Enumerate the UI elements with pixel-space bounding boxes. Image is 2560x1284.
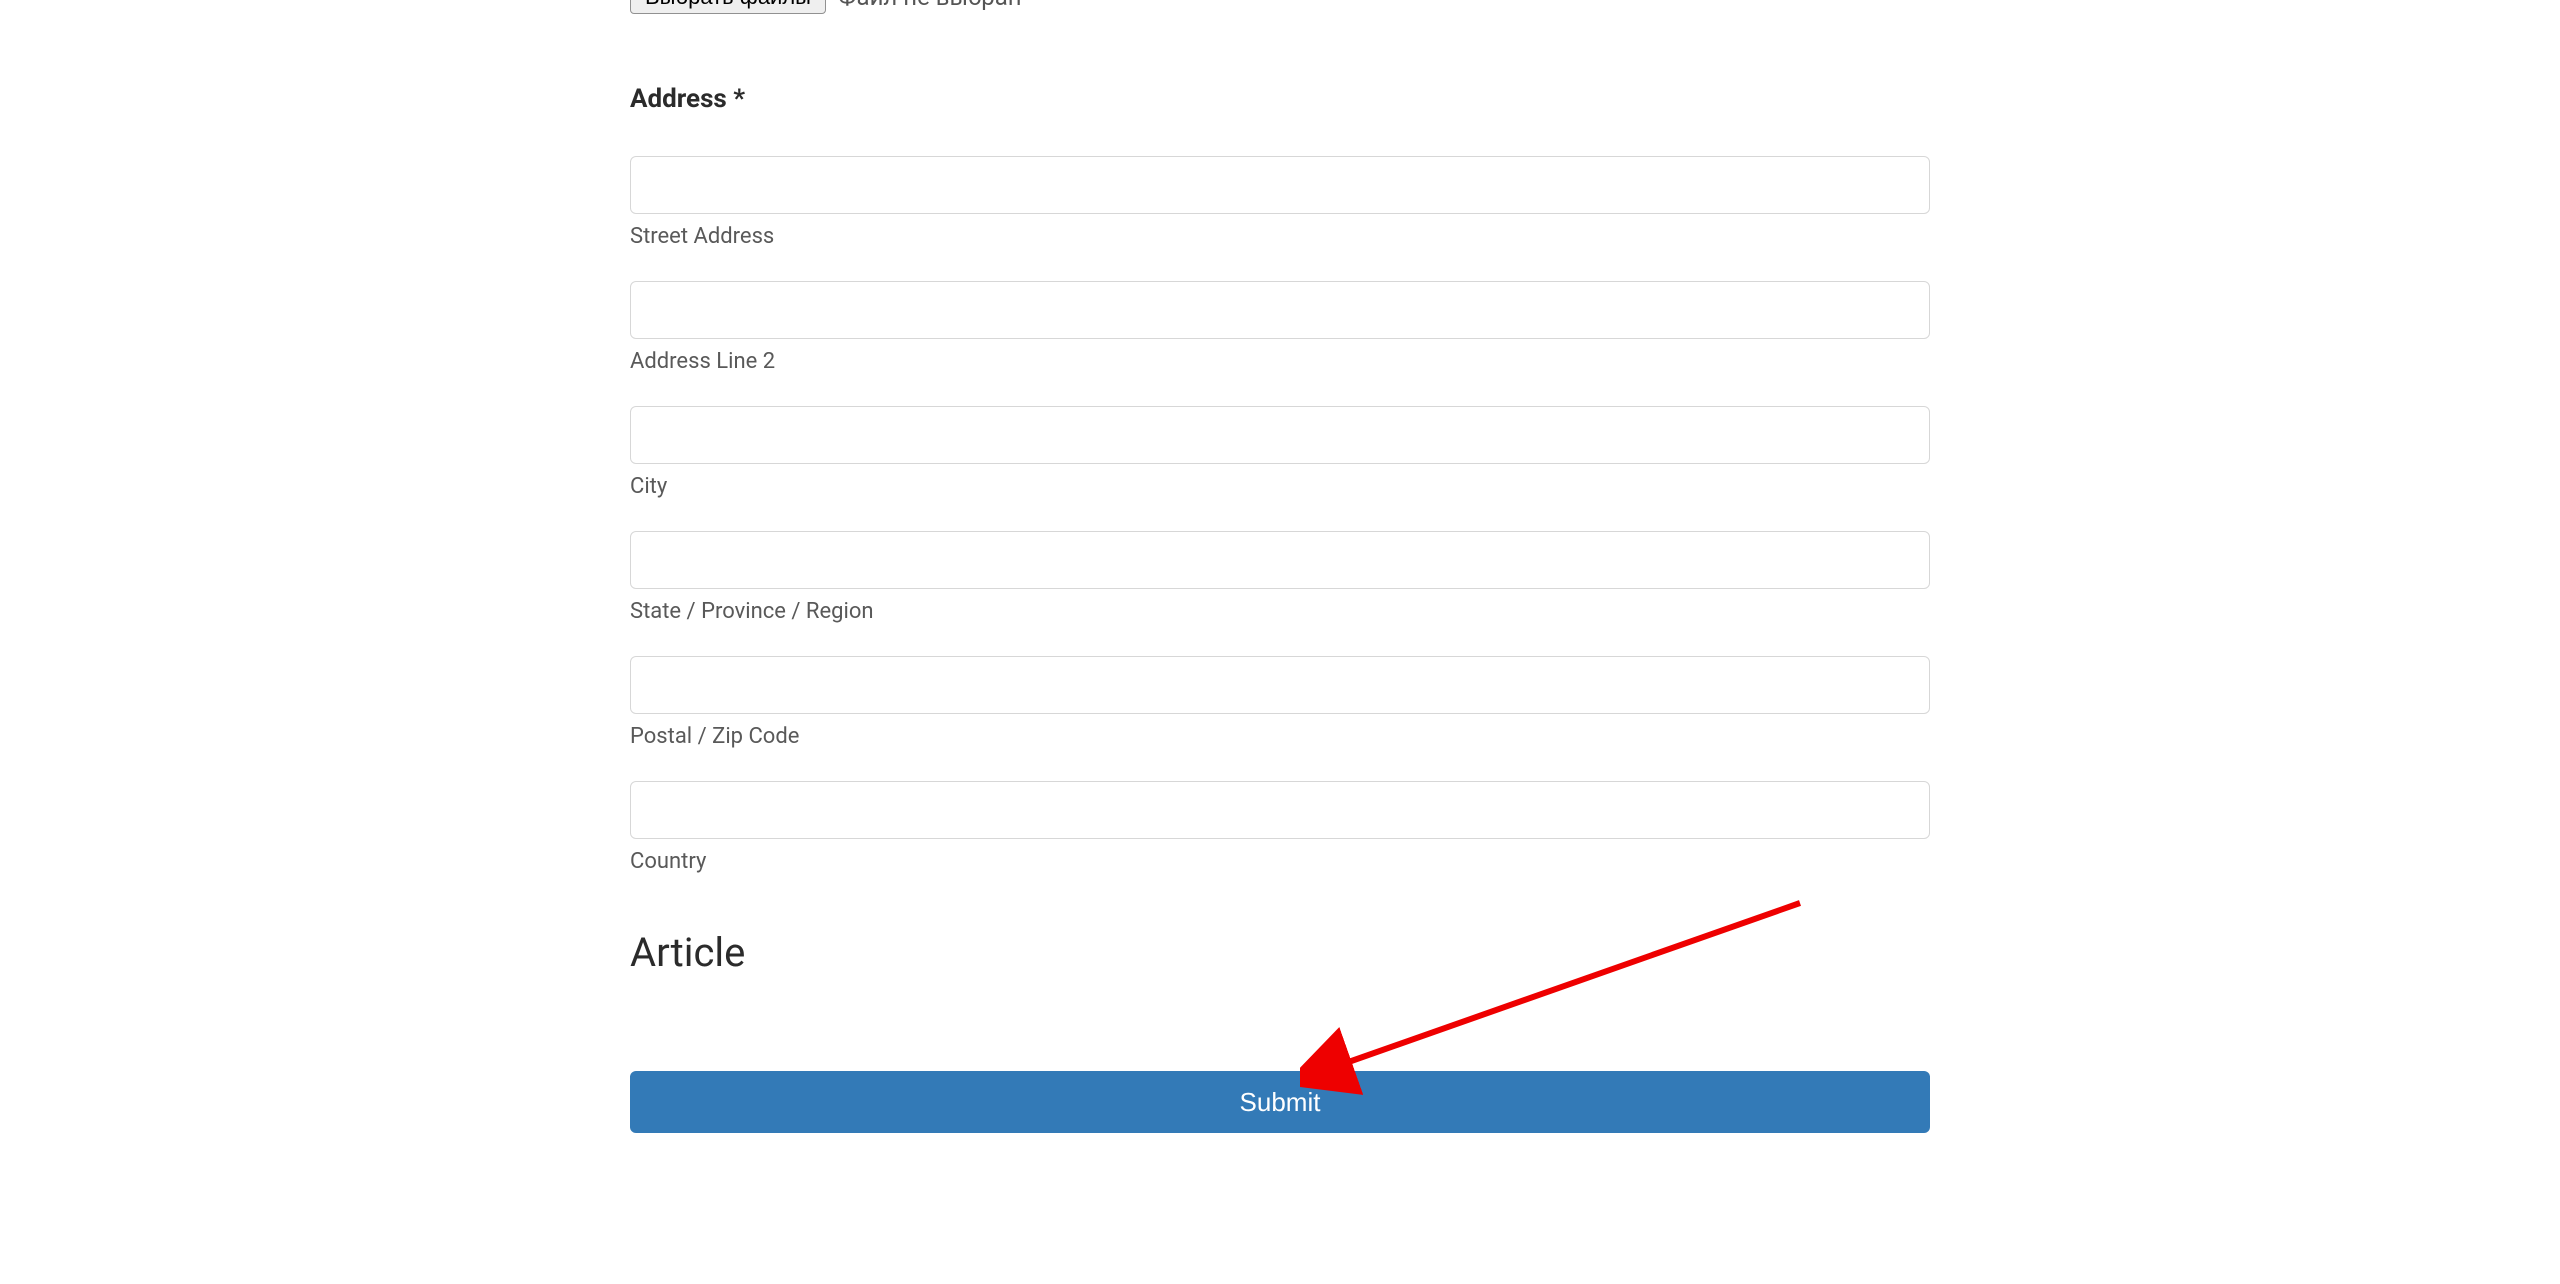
field-group-country: Country xyxy=(630,781,1930,874)
address-section-label: Address * xyxy=(630,84,1930,114)
address-line2-label: Address Line 2 xyxy=(630,349,1930,374)
city-input[interactable] xyxy=(630,406,1930,464)
choose-files-button[interactable]: Выбрать файлы xyxy=(630,0,826,14)
field-group-street: Street Address xyxy=(630,156,1930,249)
form-container: Выбрать файлы Файл не выбран Address * S… xyxy=(630,0,1930,1133)
address-line2-input[interactable] xyxy=(630,281,1930,339)
file-upload-row: Выбрать файлы Файл не выбран xyxy=(630,0,1930,14)
state-label: State / Province / Region xyxy=(630,599,1930,624)
country-label: Country xyxy=(630,849,1930,874)
street-address-label: Street Address xyxy=(630,224,1930,249)
postal-label: Postal / Zip Code xyxy=(630,724,1930,749)
field-group-state: State / Province / Region xyxy=(630,531,1930,624)
field-group-postal: Postal / Zip Code xyxy=(630,656,1930,749)
submit-button[interactable]: Submit xyxy=(630,1071,1930,1133)
file-status-text: Файл не выбран xyxy=(838,0,1022,11)
street-address-input[interactable] xyxy=(630,156,1930,214)
postal-input[interactable] xyxy=(630,656,1930,714)
field-group-line2: Address Line 2 xyxy=(630,281,1930,374)
article-heading: Article xyxy=(630,929,1930,976)
country-input[interactable] xyxy=(630,781,1930,839)
city-label: City xyxy=(630,474,1930,499)
field-group-city: City xyxy=(630,406,1930,499)
state-input[interactable] xyxy=(630,531,1930,589)
